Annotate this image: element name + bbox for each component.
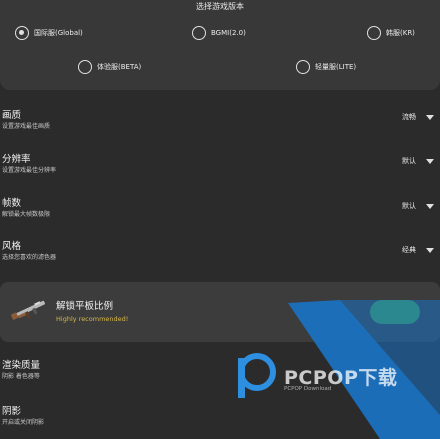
unlock-title: 解锁平板比例 [56, 301, 114, 312]
setting-desc: 开启或关闭阴影 [2, 419, 45, 426]
unlock-subtitle: Highly recommended! [56, 315, 129, 323]
radio-label: BGMI(2.0) [211, 29, 246, 37]
chevron-down-icon [426, 114, 434, 120]
radio-label: 韩服(KR) [386, 29, 415, 37]
setting-resolution: 分辨率 设置游戏最佳分辨率 默认 [0, 151, 440, 191]
unlock-toggle[interactable] [370, 300, 420, 324]
chevron-down-icon [426, 247, 434, 253]
rifle-icon [10, 300, 46, 320]
setting-quality: 画质 设置游戏最佳画质 流畅 [0, 107, 440, 147]
dropdown-value: 默认 [402, 202, 416, 210]
setting-title: 风格 [2, 241, 22, 252]
setting-desc: 选择您喜欢的滤色器 [2, 254, 57, 261]
radio-circle [192, 26, 206, 40]
version-select-card [0, 0, 440, 90]
radio-label: 轻量服(LITE) [315, 63, 357, 71]
framerate-dropdown[interactable]: 默认 [402, 201, 434, 211]
setting-framerate: 帧数 解锁最大帧数极限 默认 [0, 195, 440, 235]
radio-beta[interactable]: 体验服(BETA) [78, 60, 141, 74]
dropdown-value: 经典 [402, 246, 416, 254]
setting-style: 风格 选择您喜欢的滤色器 经典 [0, 238, 440, 278]
radio-global[interactable]: 国际服(Global) [15, 26, 83, 40]
setting-title: 渲染质量 [2, 360, 41, 371]
radio-label: 体验服(BETA) [97, 63, 142, 71]
radio-circle [78, 60, 92, 74]
radio-circle [15, 26, 29, 40]
radio-circle [296, 60, 310, 74]
dropdown-value: 流畅 [402, 113, 416, 121]
setting-desc: 设置游戏最佳分辨率 [2, 167, 57, 174]
setting-desc: 阴影 着色器等 [2, 373, 40, 380]
setting-desc: 设置游戏最佳画质 [2, 123, 51, 130]
resolution-dropdown[interactable]: 默认 [402, 156, 434, 166]
setting-title: 阴影 [2, 406, 22, 417]
radio-label: 国际服(Global) [34, 29, 83, 37]
setting-title: 帧数 [2, 198, 22, 209]
setting-desc: 解锁最大帧数极限 [2, 211, 51, 218]
dropdown-value: 默认 [402, 157, 416, 165]
quality-dropdown[interactable]: 流畅 [402, 112, 434, 122]
watermark-subtext: PCPOP Download [284, 386, 332, 392]
setting-shadow: 阴影 开启或关闭阴影 [0, 403, 440, 439]
radio-kr[interactable]: 韩服(KR) [367, 26, 415, 40]
setting-title: 画质 [2, 110, 22, 121]
version-select-title: 选择游戏版本 [196, 2, 244, 11]
chevron-down-icon [426, 158, 434, 164]
setting-title: 分辨率 [2, 154, 31, 165]
radio-lite[interactable]: 轻量服(LITE) [296, 60, 356, 74]
style-dropdown[interactable]: 经典 [402, 245, 434, 255]
radio-circle [367, 26, 381, 40]
chevron-down-icon [426, 203, 434, 209]
radio-bgmi[interactable]: BGMI(2.0) [192, 26, 246, 40]
